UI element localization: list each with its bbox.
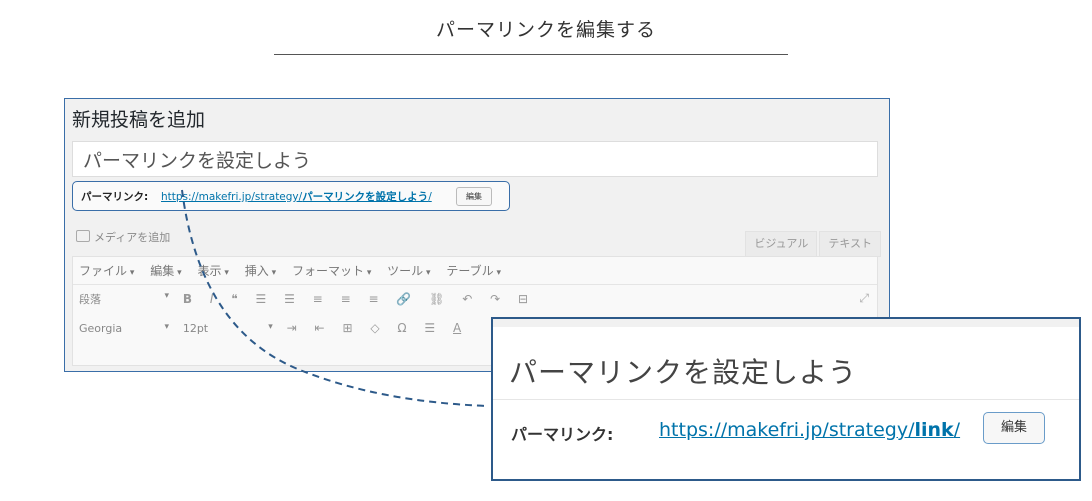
zoom-permalink-label: パーマリンク: bbox=[511, 425, 614, 444]
zoom-permalink-trailing: / bbox=[953, 419, 961, 441]
zoom-callout: パーマリンクを設定しよう パーマリンク: https://makefri.jp/… bbox=[491, 317, 1081, 481]
zoom-post-title: パーマリンクを設定しよう bbox=[509, 356, 858, 389]
zoom-top-band bbox=[493, 319, 1079, 327]
zoom-permalink-slug: link bbox=[914, 419, 954, 441]
dashed-connector-line bbox=[181, 189, 489, 407]
zoom-edit-button[interactable]: 編集 bbox=[983, 412, 1045, 444]
zoom-permalink-base: https://makefri.jp/strategy/ bbox=[659, 419, 915, 441]
zoom-divider bbox=[493, 399, 1079, 400]
zoom-permalink-link[interactable]: https://makefri.jp/strategy/link/ bbox=[659, 419, 960, 441]
